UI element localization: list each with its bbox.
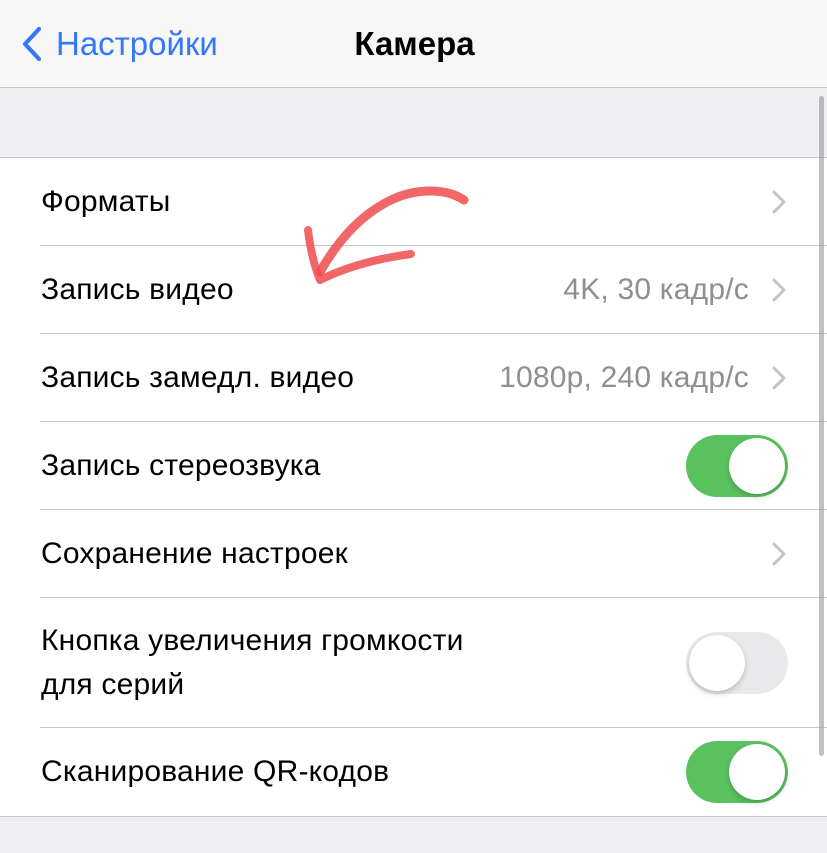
- row-preserve-settings-label: Сохранение настроек: [41, 537, 348, 570]
- row-volume-burst-label-line1: Кнопка увеличения громкости: [41, 624, 464, 657]
- row-record-video-value: 4K, 30 кадр/с: [563, 273, 749, 306]
- chevron-right-icon: [771, 277, 787, 303]
- toggle-knob: [689, 635, 745, 691]
- page-title: Камера: [354, 25, 475, 62]
- stereo-audio-toggle[interactable]: [686, 435, 788, 497]
- row-stereo-audio-label: Запись стереозвука: [41, 449, 321, 482]
- row-volume-burst-label: Кнопка увеличения громкости для серий: [41, 619, 464, 707]
- row-volume-burst: Кнопка увеличения громкости для серий: [0, 598, 827, 728]
- chevron-right-icon: [771, 189, 787, 215]
- row-record-slomo-value: 1080p, 240 кадр/с: [499, 361, 749, 394]
- row-volume-burst-label-line2: для серий: [41, 668, 185, 701]
- camera-settings-screen: Настройки Камера Форматы Запись видео 4K…: [0, 0, 827, 853]
- row-record-video[interactable]: Запись видео 4K, 30 кадр/с: [0, 246, 827, 334]
- chevron-right-icon: [771, 541, 787, 567]
- row-scan-qr: Сканирование QR-кодов: [0, 728, 827, 816]
- toggle-knob: [729, 438, 785, 494]
- scrollbar[interactable]: [819, 96, 824, 756]
- toggle-knob: [729, 744, 785, 800]
- settings-group: Форматы Запись видео 4K, 30 кадр/с Запис…: [0, 157, 827, 817]
- row-scan-qr-label: Сканирование QR-кодов: [41, 755, 390, 788]
- row-formats-label: Форматы: [41, 185, 171, 218]
- row-stereo-audio: Запись стереозвука: [0, 422, 827, 510]
- scan-qr-toggle[interactable]: [686, 741, 788, 803]
- volume-burst-toggle[interactable]: [686, 632, 788, 694]
- navigation-bar: Настройки Камера: [0, 0, 827, 88]
- row-record-slomo-label: Запись замедл. видео: [41, 361, 355, 394]
- chevron-right-icon: [771, 365, 787, 391]
- row-preserve-settings[interactable]: Сохранение настроек: [0, 510, 827, 598]
- row-record-slomo[interactable]: Запись замедл. видео 1080p, 240 кадр/с: [0, 334, 827, 422]
- row-record-video-label: Запись видео: [41, 273, 234, 306]
- row-formats[interactable]: Форматы: [0, 158, 827, 246]
